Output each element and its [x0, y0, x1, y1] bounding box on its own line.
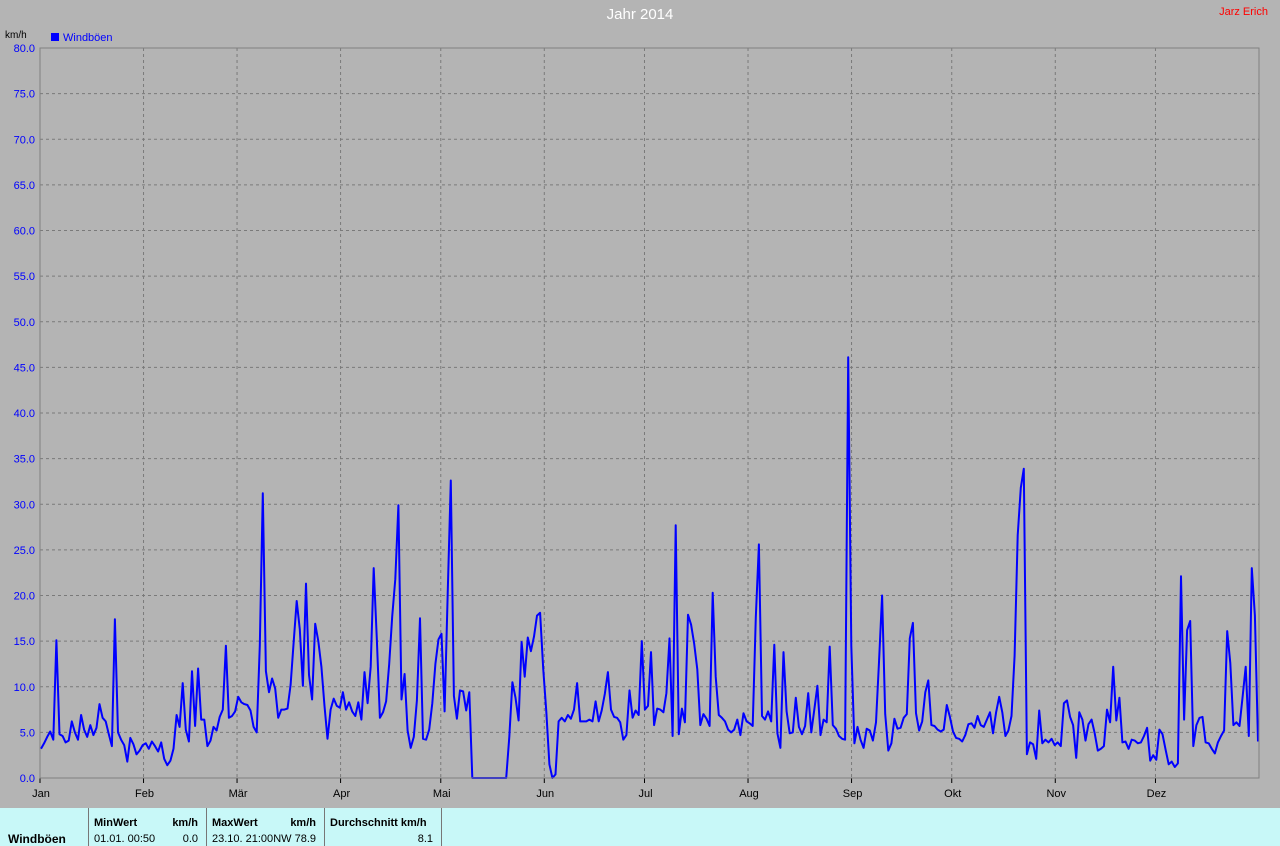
y-tick-label: 60.0 [14, 226, 35, 238]
footer-row-label: Windböen [8, 832, 66, 846]
y-tick-label: 15.0 [14, 636, 35, 648]
y-tick-label: 70.0 [14, 134, 35, 146]
x-tick-label: Mär [229, 788, 248, 800]
x-tick-label: Jul [638, 788, 652, 800]
x-tick-label: Mai [433, 788, 451, 800]
min-time: 01.01. 00:50 [94, 833, 156, 845]
y-tick-label: 25.0 [14, 545, 35, 557]
y-tick-label: 45.0 [14, 362, 35, 374]
x-tick-label: Okt [944, 788, 961, 800]
chart: km/h Windböen 0.0 5.0 10.0 15.0 20.0 25.0 30.0… [5, 30, 1260, 800]
x-tick-label: Aug [739, 788, 759, 800]
x-tick-label: Feb [135, 788, 154, 800]
footer-min-cell: MinWert km/h 01.01. 00:50 0.0 [89, 808, 207, 846]
y-tick-label: 5.0 [20, 727, 35, 739]
x-axis-ticks: Jan Feb Mär Apr Mai Jun Jul Aug Sep Okt Nov Dez [32, 778, 1166, 800]
legend-swatch [51, 33, 59, 41]
x-tick-label: Apr [333, 788, 350, 800]
y-tick-label: 75.0 [14, 89, 35, 101]
max-header: MaxWert [212, 817, 258, 829]
max-unit: km/h [290, 817, 316, 829]
footer-label-cell: Windböen [0, 808, 89, 846]
y-tick-label: 80.0 [14, 43, 35, 55]
x-tick-label: Sep [843, 788, 863, 800]
avg-value: 8.1 [417, 833, 433, 845]
max-time: 23.10. 21:00 [212, 833, 274, 845]
y-tick-label: 55.0 [14, 271, 35, 283]
y-tick-label: 20.0 [14, 591, 35, 603]
x-tick-label: Jun [536, 788, 554, 800]
min-unit: km/h [172, 817, 198, 829]
max-value: NW 78.9 [273, 833, 316, 845]
y-axis-unit: km/h [5, 30, 27, 41]
min-header: MinWert [94, 817, 138, 829]
summary-footer: Windböen MinWert km/h 01.01. 00:50 0.0 M… [0, 808, 1280, 846]
y-tick-label: 30.0 [14, 499, 35, 511]
footer-max-cell: MaxWert km/h 23.10. 21:00 NW 78.9 [207, 808, 325, 846]
y-tick-label: 65.0 [14, 180, 35, 192]
y-tick-label: 35.0 [14, 454, 35, 466]
avg-header: Durchschnitt km/h [330, 817, 427, 829]
y-tick-label: 10.0 [14, 682, 35, 694]
x-tick-label: Nov [1046, 788, 1066, 800]
x-tick-label: Dez [1147, 788, 1167, 800]
y-tick-label: 0.0 [20, 773, 35, 785]
y-axis-ticks: 0.0 5.0 10.0 15.0 20.0 25.0 30.0 35.0 40.0 45.0 50… [14, 43, 35, 785]
series-line-windboeen [40, 356, 1259, 779]
legend-label: Windböen [63, 32, 113, 44]
y-tick-label: 40.0 [14, 408, 35, 420]
y-tick-label: 50.0 [14, 317, 35, 329]
x-tick-label: Jan [32, 788, 50, 800]
min-value: 0.0 [182, 833, 198, 845]
footer-avg-cell: Durchschnitt km/h 8.1 [325, 808, 442, 846]
